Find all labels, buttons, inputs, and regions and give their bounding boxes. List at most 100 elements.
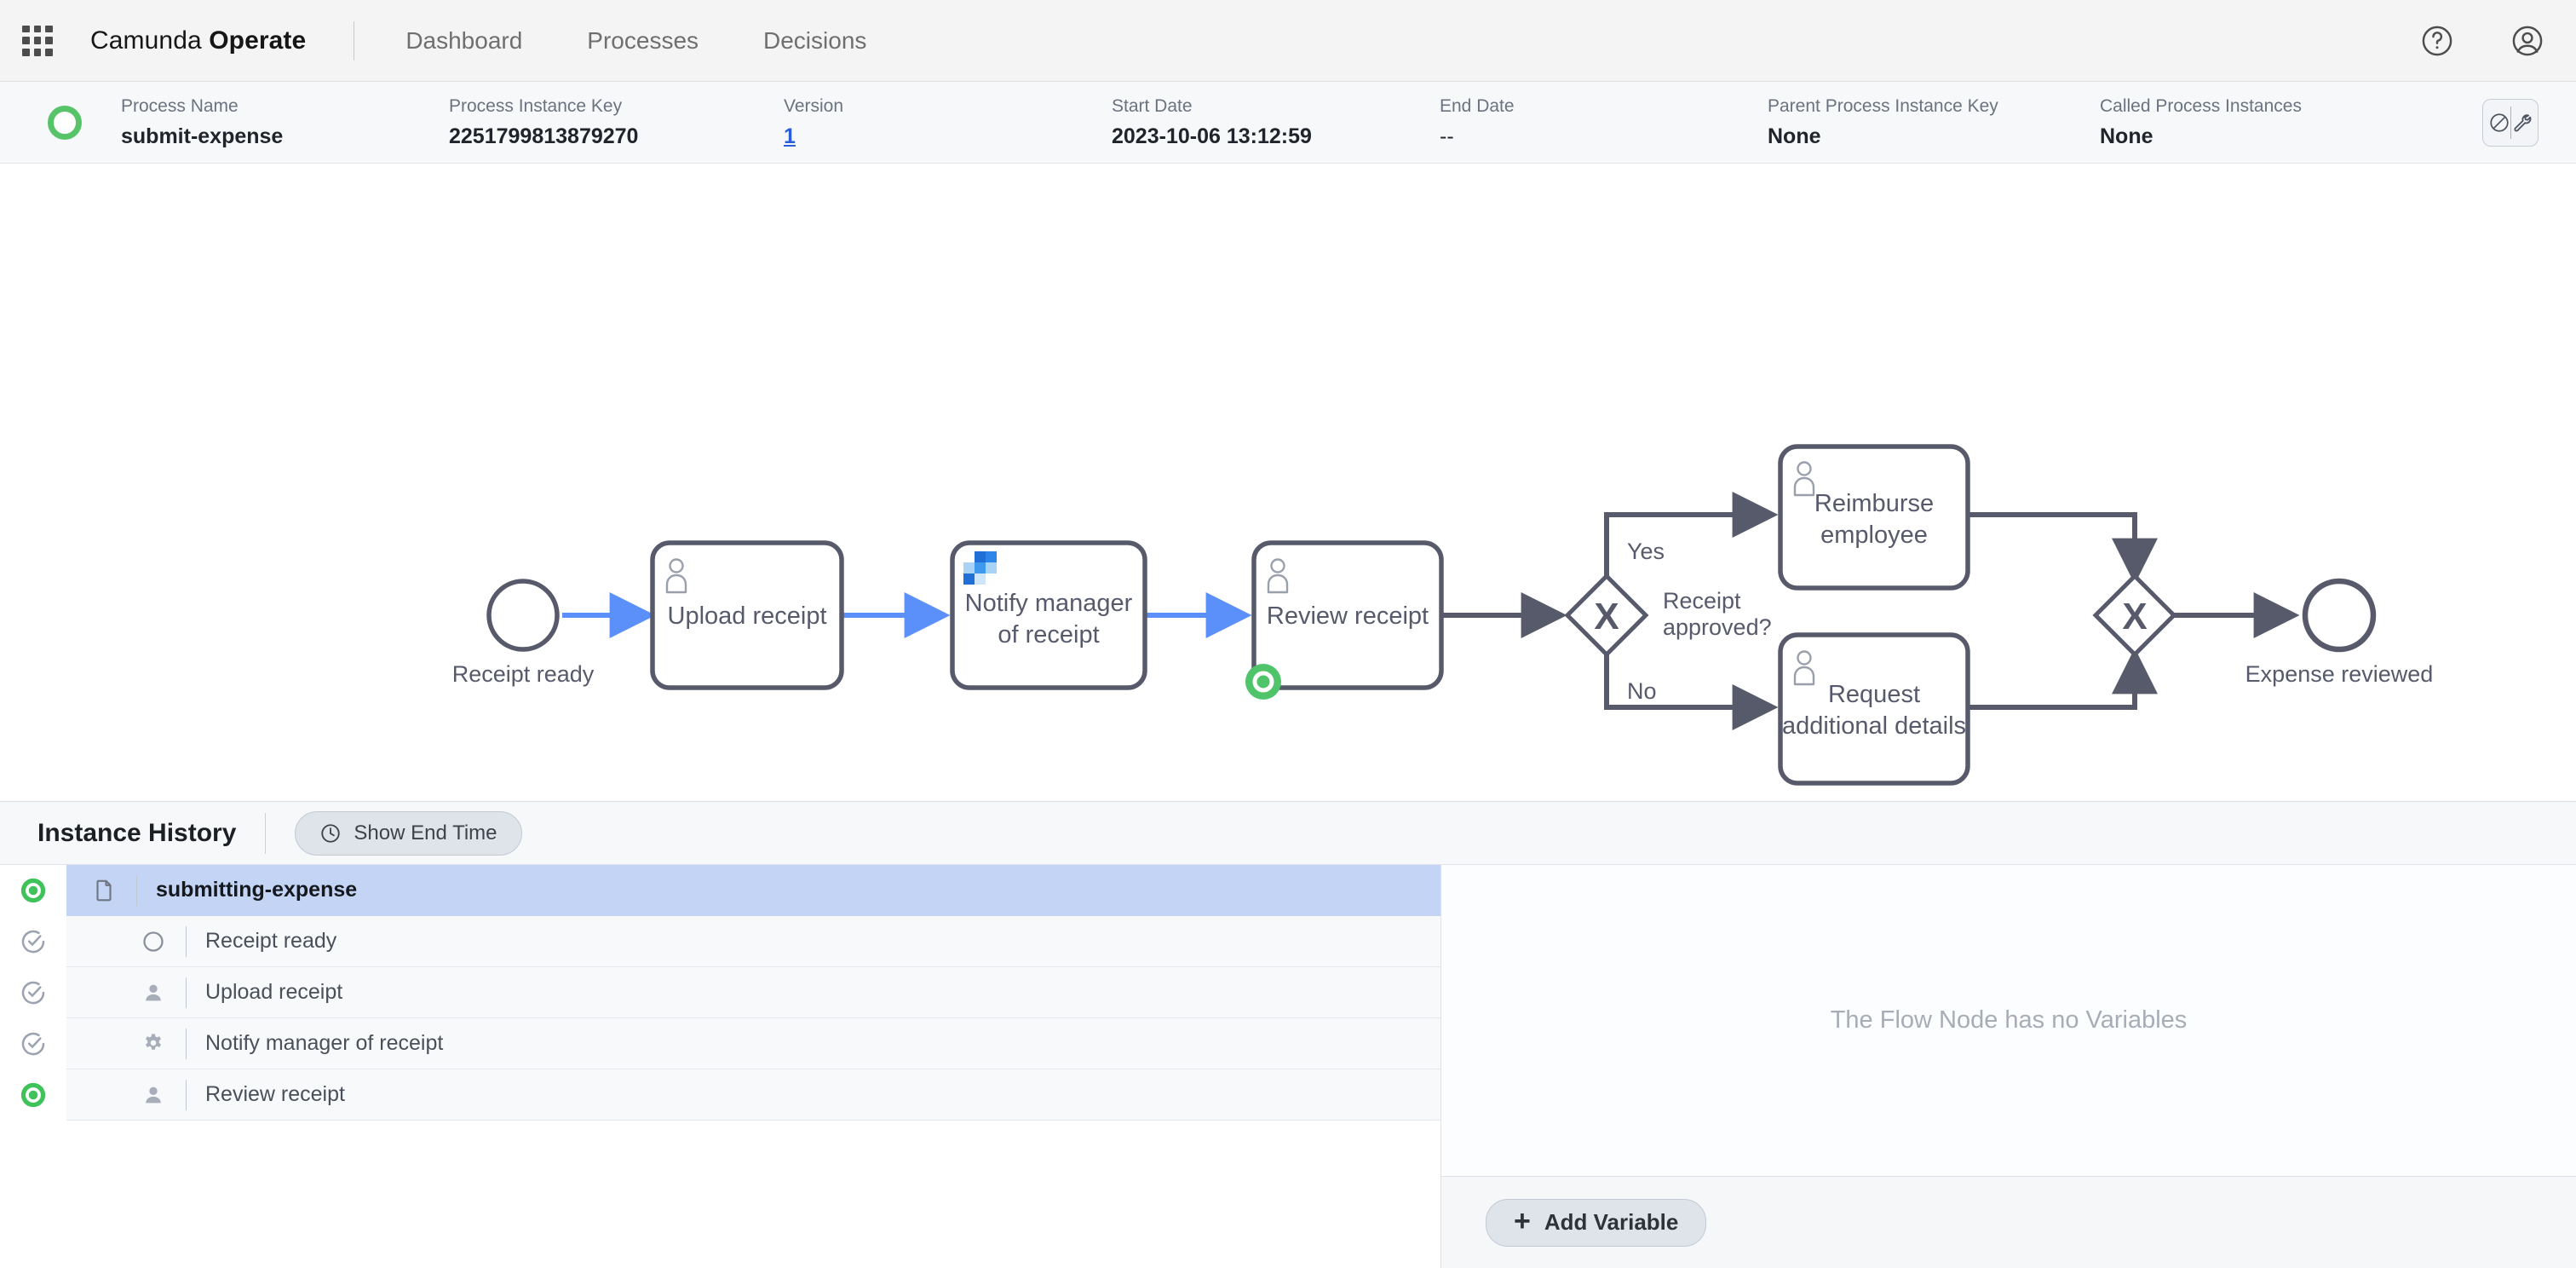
bpmn-node-start-event[interactable]: Receipt ready xyxy=(452,579,595,687)
meta-value: 2023-10-06 13:12:59 xyxy=(1112,124,1312,148)
app-brand: Camunda Operate xyxy=(90,26,306,55)
user-task-icon xyxy=(136,1083,170,1107)
completed-status-icon xyxy=(21,930,45,954)
status-cell xyxy=(0,967,66,1018)
bpmn-node-gateway-receipt-approved[interactable]: X Receipt approved? Yes No xyxy=(1564,539,1772,704)
row-content: Review receipt xyxy=(66,1069,1440,1121)
meta-label: Version xyxy=(784,96,844,117)
active-status-icon xyxy=(20,1082,46,1108)
meta-value: -- xyxy=(1440,124,1454,148)
flow-label-yes: Yes xyxy=(1627,539,1665,564)
meta-label: Start Date xyxy=(1112,96,1193,117)
bottom-body: submitting-expense Receipt ready Upload … xyxy=(0,865,2576,1268)
instance-actions-group[interactable] xyxy=(2482,98,2539,147)
user-avatar-icon[interactable] xyxy=(2510,23,2545,59)
row-divider xyxy=(186,1028,187,1059)
instance-history-header: Instance History Show End Time xyxy=(0,802,2576,865)
start-event-icon xyxy=(136,930,170,954)
meta-end-date: End Date -- xyxy=(1440,95,1768,148)
bpmn-diagram-svg: Receipt ready Upload receipt Notify mana… xyxy=(452,444,2434,786)
bpmn-node-end-event[interactable]: Expense reviewed xyxy=(2245,578,2434,687)
row-content: Notify manager of receipt xyxy=(66,1018,1440,1069)
exclusive-gateway-symbol: X xyxy=(2122,596,2147,637)
bpmn-node-review-receipt[interactable]: Review receipt xyxy=(1245,540,1444,700)
status-cell xyxy=(0,1018,66,1069)
nav-item-dashboard[interactable]: Dashboard xyxy=(405,27,522,55)
add-variable-label: Add Variable xyxy=(1544,1209,1679,1235)
meta-value: None xyxy=(1768,124,1821,148)
meta-label: Called Process Instances xyxy=(2100,96,2302,117)
exclusive-gateway-symbol: X xyxy=(1594,596,1619,637)
meta-label: Parent Process Instance Key xyxy=(1768,96,1998,117)
tree-row-receipt-ready[interactable]: Receipt ready xyxy=(0,916,1440,967)
variables-panel: The Flow Node has no Variables + Add Var… xyxy=(1441,865,2576,1268)
wrench-icon[interactable] xyxy=(2511,112,2533,134)
instance-meta-bar: Process Name submit-expense Process Inst… xyxy=(0,82,2576,164)
header-actions xyxy=(2419,23,2545,59)
tree-row-label: Receipt ready xyxy=(205,929,337,953)
bpmn-diagram-canvas[interactable]: Receipt ready Upload receipt Notify mana… xyxy=(0,164,2576,801)
cancel-prohibited-icon[interactable] xyxy=(2488,112,2510,134)
meta-label: End Date xyxy=(1440,96,1515,117)
bottom-section: Instance History Show End Time submittin… xyxy=(0,801,2576,1268)
request-label-line1: Request xyxy=(1828,681,1920,708)
tree-row-submitting-expense[interactable]: submitting-expense xyxy=(0,865,1440,916)
bpmn-node-gateway-join[interactable]: X xyxy=(2092,573,2177,658)
active-status-icon xyxy=(20,878,46,903)
meta-start-date: Start Date 2023-10-06 13:12:59 xyxy=(1112,95,1440,148)
plus-icon: + xyxy=(1514,1205,1531,1237)
meta-parent-process-instance-key: Parent Process Instance Key None xyxy=(1768,95,2100,148)
brand-camunda: Camunda xyxy=(90,26,210,55)
instance-state-indicator xyxy=(48,105,82,140)
bpmn-node-request-additional-details[interactable]: Request additional details xyxy=(1778,632,1970,786)
row-divider xyxy=(136,874,137,906)
upload-receipt-label: Upload receipt xyxy=(668,602,827,630)
status-cell xyxy=(0,916,66,967)
review-receipt-label: Review receipt xyxy=(1267,602,1429,630)
app-grid-icon[interactable] xyxy=(22,25,53,56)
row-content: Upload receipt xyxy=(66,967,1440,1018)
bpmn-node-upload-receipt[interactable]: Upload receipt xyxy=(650,540,844,690)
start-event-label: Receipt ready xyxy=(452,661,595,687)
meta-called-process-instances: Called Process Instances None xyxy=(2100,95,2313,148)
tree-row-label: submitting-expense xyxy=(156,878,358,902)
nav-item-processes[interactable]: Processes xyxy=(587,27,699,55)
tree-row-upload-receipt[interactable]: Upload receipt xyxy=(0,967,1440,1018)
meta-value: None xyxy=(2100,124,2153,148)
tree-row-label: Review receipt xyxy=(205,1082,345,1106)
tree-row-label: Upload receipt xyxy=(205,980,343,1004)
service-task-gear-icon xyxy=(136,1032,170,1056)
notify-manager-label-line2: of receipt xyxy=(998,621,1099,648)
tree-row-label: Notify manager of receipt xyxy=(205,1031,444,1055)
request-label-line2: additional details xyxy=(1782,712,1966,740)
completed-status-icon xyxy=(21,1032,45,1056)
process-document-icon xyxy=(87,878,121,903)
reimburse-label-line2: employee xyxy=(1820,522,1928,549)
status-cell xyxy=(0,1069,66,1121)
help-circle-icon[interactable] xyxy=(2419,23,2455,59)
tree-row-notify-manager-of-receipt[interactable]: Notify manager of receipt xyxy=(0,1018,1440,1069)
row-divider xyxy=(186,977,187,1008)
completed-status-icon xyxy=(21,981,45,1005)
notify-manager-label-line1: Notify manager xyxy=(965,590,1133,617)
show-end-time-button[interactable]: Show End Time xyxy=(295,810,522,856)
variables-body: The Flow Node has no Variables xyxy=(1441,865,2576,1176)
instance-history-tree[interactable]: submitting-expense Receipt ready Upload … xyxy=(0,865,1441,1268)
header-divider xyxy=(265,812,267,854)
version-link[interactable]: 1 xyxy=(784,124,1112,149)
meta-label: Process Name xyxy=(121,96,239,117)
gateway-label-line2: approved? xyxy=(1663,614,1772,640)
gateway-label-line1: Receipt xyxy=(1663,588,1741,614)
bpmn-node-notify-manager[interactable]: Notify manager of receipt xyxy=(950,540,1147,690)
bpmn-node-reimburse-employee[interactable]: Reimburse employee xyxy=(1778,444,1970,591)
meta-process-name: Process Name submit-expense xyxy=(121,95,449,148)
end-event-label: Expense reviewed xyxy=(2245,661,2434,687)
active-instance-badge[interactable] xyxy=(1245,664,1281,700)
row-divider xyxy=(186,1079,187,1110)
status-cell xyxy=(0,865,66,916)
add-variable-button[interactable]: + Add Variable xyxy=(1486,1198,1707,1247)
main-nav: Dashboard Processes Decisions xyxy=(405,27,866,55)
tree-row-review-receipt[interactable]: Review receipt xyxy=(0,1069,1440,1121)
nav-item-decisions[interactable]: Decisions xyxy=(763,27,866,55)
row-content: submitting-expense xyxy=(66,865,1440,916)
